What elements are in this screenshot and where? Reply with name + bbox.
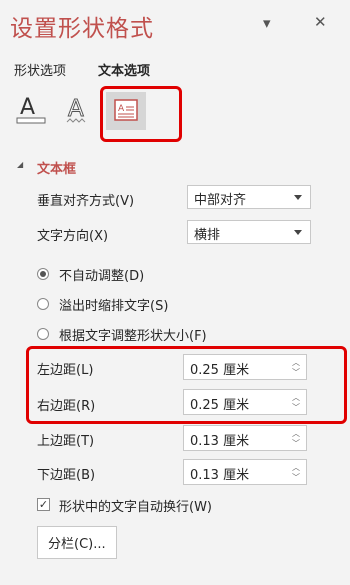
svg-text:A: A — [68, 96, 84, 122]
vertical-align-value: 中部对齐 — [194, 193, 247, 208]
text-outline-icon[interactable]: A — [62, 92, 98, 128]
top-margin-input[interactable]: 0.13 厘米 ︿ ﹀ — [183, 425, 307, 451]
chevron-down-icon — [294, 230, 302, 235]
wrap-text-option[interactable]: ✓ 形状中的文字自动换行(W) — [37, 496, 297, 515]
wrap-text-checkbox[interactable]: ✓ — [37, 498, 50, 511]
close-icon[interactable]: ✕ — [314, 13, 327, 31]
spin-down-icon[interactable]: ﹀ — [292, 440, 300, 448]
bottom-margin-value: 0.13 厘米 — [190, 468, 250, 483]
radio-resize-shape[interactable]: 根据文字调整形状大小(F) — [37, 325, 307, 344]
radio-label: 根据文字调整形状大小(F) — [59, 329, 207, 344]
wrap-text-label: 形状中的文字自动换行(W) — [59, 500, 212, 515]
tab-shape-options[interactable]: 形状选项 — [14, 60, 66, 79]
highlight-box-textbox — [100, 86, 182, 142]
section-title[interactable]: 文本框 — [37, 158, 76, 177]
spin-up-icon[interactable]: ︿ — [292, 464, 300, 472]
collapse-icon[interactable]: ▾ — [263, 14, 271, 32]
radio-label: 溢出时缩排文字(S) — [59, 299, 169, 314]
radio-label: 不自动调整(D) — [59, 269, 145, 284]
highlight-box-margins — [26, 346, 347, 424]
radio-no-autofit[interactable]: 不自动调整(D) — [37, 265, 297, 284]
text-direction-label: 文字方向(X) — [37, 229, 109, 244]
bottom-margin-input[interactable]: 0.13 厘米 ︿ ﹀ — [183, 459, 307, 485]
pane-title: 设置形状格式 — [10, 16, 154, 42]
radio-shrink-on-overflow[interactable]: 溢出时缩排文字(S) — [37, 295, 297, 314]
text-direction-value: 横排 — [194, 228, 221, 243]
text-fill-icon[interactable]: A — [14, 92, 50, 128]
radio-button[interactable] — [37, 328, 49, 340]
svg-text:A: A — [20, 95, 35, 120]
spin-down-icon[interactable]: ﹀ — [292, 474, 300, 482]
top-margin-label: 上边距(T) — [37, 434, 95, 449]
section-collapse-icon[interactable]: ◢ — [17, 160, 23, 169]
text-direction-dropdown[interactable]: 横排 — [187, 220, 311, 244]
tab-text-options[interactable]: 文本选项 — [98, 60, 150, 79]
top-margin-value: 0.13 厘米 — [190, 434, 250, 449]
spin-up-icon[interactable]: ︿ — [292, 430, 300, 438]
radio-button[interactable] — [37, 298, 49, 310]
bottom-margin-label: 下边距(B) — [37, 468, 96, 483]
chevron-down-icon — [294, 195, 302, 200]
vertical-align-label: 垂直对齐方式(V) — [37, 194, 135, 209]
vertical-align-dropdown[interactable]: 中部对齐 — [187, 185, 311, 209]
radio-button[interactable] — [37, 268, 49, 280]
columns-button[interactable]: 分栏(C)... — [37, 526, 117, 559]
